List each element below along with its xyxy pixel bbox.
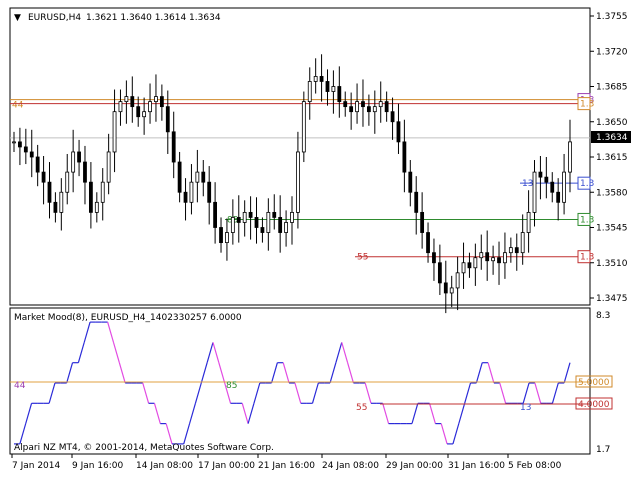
chart-canvas[interactable]: 441.31.3131.3851.3551.3 ▼ EURUSD,H4 1.36… [0,0,640,484]
indicator-title: Market Mood(8), EURUSD_H4_1402330257 6.0… [14,313,242,323]
time-tick-3: 17 Jan 00:00 [198,461,255,471]
price-tick-8: 1.3475 [596,294,628,304]
level-55-label: 55 [357,253,368,263]
price-tick-4: 1.3615 [596,153,628,163]
copyright-text: Alpari NZ MT4, © 2001-2014, MetaQuotes S… [14,443,274,453]
time-tick-6: 29 Jan 00:00 [386,461,443,471]
ohlc-values: 1.3621 1.3640 1.3614 1.3634 [86,13,221,23]
symbol-label: EURUSD,H4 [28,13,81,23]
indicator-label-44: 44 [14,381,26,391]
market-mood-line [14,321,571,445]
candles [12,54,572,314]
time-tick-5: 24 Jan 08:00 [322,461,379,471]
price-tick-6: 1.3545 [596,224,628,234]
time-tick-4: 21 Jan 16:00 [258,461,315,471]
indicator-upper-value: 5.0000 [578,378,610,388]
indicator-lower-value: 4.0000 [578,400,610,410]
time-tick-1: 9 Jan 16:00 [72,461,124,471]
price-tick-0: 1.3755 [596,12,628,22]
price-tick-1: 1.3720 [596,47,628,57]
level-44-label: 44 [12,101,24,111]
time-tick-8: 5 Feb 08:00 [508,461,562,471]
level-55-badge-text: 1.3 [580,253,594,263]
indicator-label-85: 85 [226,381,237,391]
indicator-label-55: 55 [356,403,367,413]
current-price: 1.3634 [596,133,628,143]
time-tick-7: 31 Jan 16:00 [448,461,505,471]
level-13-badge-text: 1.3 [580,179,594,189]
level-44b-badge-text: 1.3 [580,100,594,110]
time-tick-2: 14 Jan 08:00 [136,461,193,471]
header-arrow[interactable]: ▼ [14,13,21,23]
indicator-label-13: 13 [520,403,531,413]
price-tick-7: 1.3510 [596,259,628,269]
indicator-frame [9,307,591,455]
price-tick-5: 1.3580 [596,188,628,198]
indicator-axis-bottom: 1.7 [596,445,610,455]
main-chart-frame [9,7,591,306]
time-axis: 7 Jan 2014 9 Jan 16:00 14 Jan 08:00 17 Jan … [11,454,562,471]
price-axis: 1.3755 1.3720 1.3685 1.3650 1.3615 1.3580 1.35… [590,12,628,304]
price-tick-3: 1.3650 [596,118,628,128]
level-85-badge-text: 1.3 [580,215,594,225]
indicator-axis-top: 8.3 [596,311,610,321]
level-13-label: 13 [522,179,533,189]
chart-window[interactable]: 441.31.3131.3851.3551.3 ▼ EURUSD,H4 1.36… [0,0,640,484]
price-tick-2: 1.3685 [596,83,628,93]
time-tick-0: 7 Jan 2014 [12,461,60,471]
